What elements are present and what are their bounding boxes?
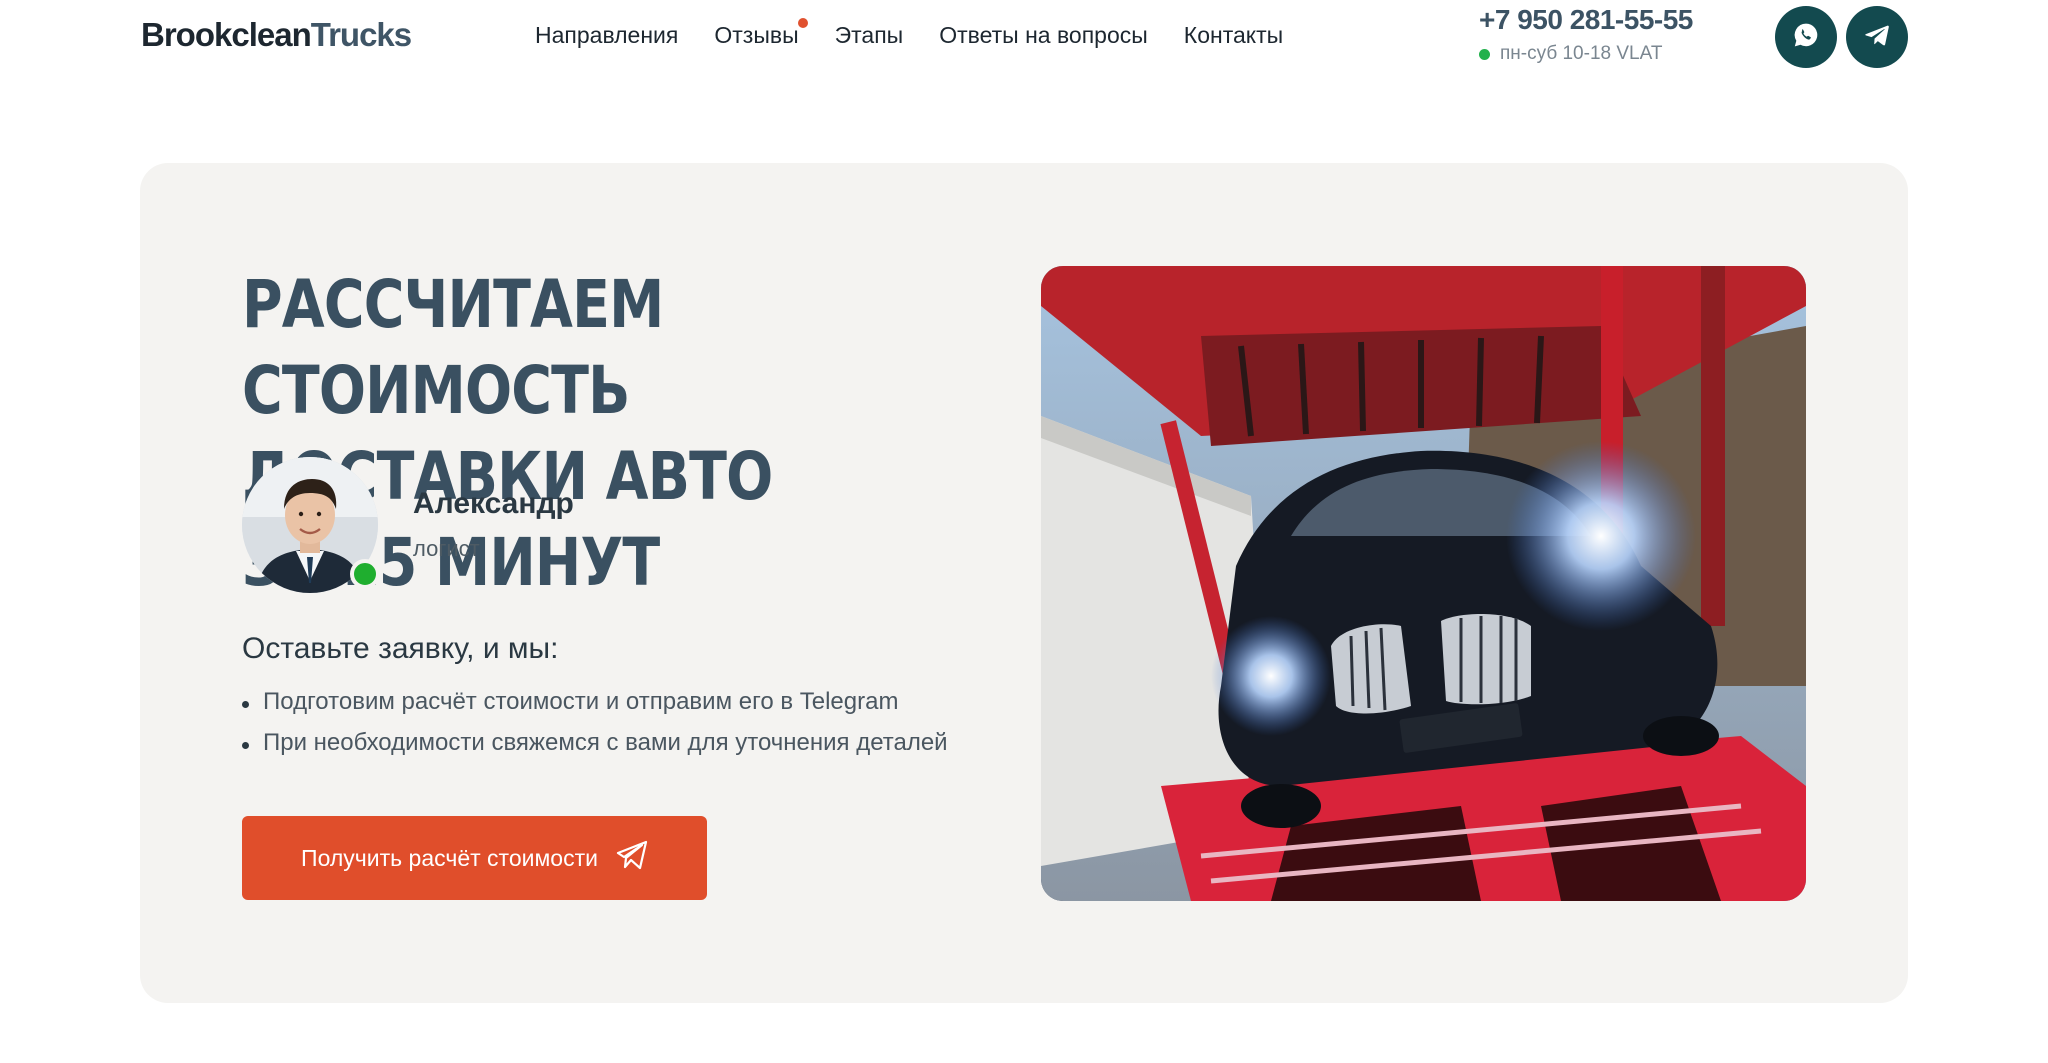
main-nav: Направления Отзывы Этапы Ответы на вопро… — [535, 18, 1283, 49]
whatsapp-icon — [1792, 21, 1820, 54]
hero-title-line1: Рассчитаем стоимость — [242, 266, 664, 429]
telegram-icon — [1863, 21, 1891, 54]
get-quote-button-label: Получить расчёт стоимости — [301, 844, 598, 871]
benefits-list: Подготовим расчёт стоимости и отправим е… — [242, 688, 948, 770]
form-subheading: Оставьте заявку, и мы: — [242, 632, 559, 665]
nav-item-faq[interactable]: Ответы на вопросы — [939, 22, 1148, 49]
car-transport-image — [1041, 266, 1806, 901]
hero-photo — [1041, 266, 1806, 901]
logo[interactable]: BrookcleanTrucks — [141, 16, 412, 54]
nav-item-directions[interactable]: Направления — [535, 22, 678, 49]
person-role: логист — [413, 536, 480, 561]
working-hours-text: пн-суб 10-18 VLAT — [1500, 43, 1663, 64]
online-status-dot — [350, 559, 380, 589]
paper-plane-icon — [616, 840, 648, 876]
logo-part1: Brookclean — [141, 16, 312, 53]
logo-part2: Trucks — [310, 16, 412, 53]
nav-item-contacts[interactable]: Контакты — [1184, 22, 1283, 49]
person-name: Александр — [413, 487, 574, 520]
whatsapp-button[interactable] — [1775, 6, 1837, 68]
nav-item-reviews-label: Отзывы — [714, 22, 799, 48]
avatar — [242, 457, 380, 593]
working-hours: пн-суб 10-18 VLAT — [1479, 43, 1662, 65]
telegram-button[interactable] — [1846, 6, 1908, 68]
phone-number[interactable]: +7 950 281-55-55 — [1479, 4, 1693, 36]
list-item: Подготовим расчёт стоимости и отправим е… — [242, 688, 948, 716]
get-quote-button[interactable]: Получить расчёт стоимости — [242, 816, 707, 900]
nav-item-stages[interactable]: Этапы — [835, 22, 904, 49]
nav-item-reviews[interactable]: Отзывы — [714, 18, 808, 49]
notification-dot — [797, 18, 808, 28]
list-item: При необходимости свяжемся с вами для ут… — [242, 729, 948, 757]
online-indicator — [1479, 48, 1490, 60]
